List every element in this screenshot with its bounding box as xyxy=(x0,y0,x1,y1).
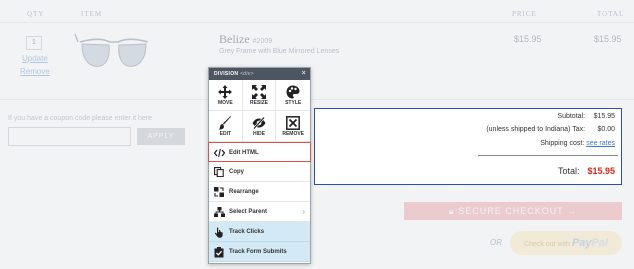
tool-grid: MOVE RESIZE STYLE EDIT HIDE REMOVE xyxy=(209,80,310,142)
coupon-input[interactable] xyxy=(8,127,131,146)
close-icon[interactable]: × xyxy=(302,68,306,80)
menu-item-edit-html[interactable]: Edit HTML xyxy=(208,142,311,162)
copy-icon xyxy=(214,167,224,177)
product-sku: #2009 xyxy=(252,38,273,45)
row-divider xyxy=(0,99,634,100)
quantity-input[interactable]: 1 xyxy=(26,36,42,50)
tool-remove[interactable]: REMOVE xyxy=(276,111,310,142)
menu-item-rearrange[interactable]: Rearrange xyxy=(209,182,310,202)
menu-item-copy[interactable]: Copy xyxy=(209,162,310,182)
click-icon xyxy=(214,227,223,238)
tax-value: $0.00 xyxy=(597,126,615,133)
shipping-row: Shipping cost: see rates xyxy=(540,140,615,147)
remove-link[interactable]: Remove xyxy=(20,67,50,76)
menu-title: DIVISION xyxy=(214,71,239,77)
product-description: Grey Frame with Blue Mirrored Lenses xyxy=(219,48,340,55)
total-value: $15.95 xyxy=(587,166,615,176)
totals-divider xyxy=(478,155,618,156)
menu-item-track-clicks[interactable]: Track Clicks xyxy=(209,222,310,242)
subtotal-value: $15.95 xyxy=(593,113,615,120)
or-label: OR xyxy=(490,238,502,247)
col-header-item: ITEM xyxy=(81,10,103,18)
palette-icon xyxy=(286,85,300,99)
hierarchy-icon xyxy=(214,207,225,217)
menu-item-track-form-submits[interactable]: Track Form Submits xyxy=(209,242,310,262)
secure-checkout-label: SECURE CHECKOUT → xyxy=(458,206,578,216)
tool-edit[interactable]: EDIT xyxy=(209,111,243,142)
col-header-total: TOTAL xyxy=(597,10,625,18)
product-name[interactable]: Belize #2009 xyxy=(219,32,272,47)
tool-move[interactable]: MOVE xyxy=(209,80,243,111)
eye-slash-icon xyxy=(252,116,266,130)
paypal-logo: PayPal xyxy=(571,237,608,249)
code-icon xyxy=(214,148,225,158)
resize-icon xyxy=(251,85,266,99)
form-check-icon xyxy=(214,247,224,258)
tool-style[interactable]: STYLE xyxy=(276,80,310,111)
see-rates-link[interactable]: see rates xyxy=(586,140,615,147)
header-divider xyxy=(0,22,634,23)
item-total: $15.95 xyxy=(594,34,622,44)
menu-item-select-parent[interactable]: Select Parent › xyxy=(209,202,310,222)
move-icon xyxy=(218,85,233,99)
tool-resize[interactable]: RESIZE xyxy=(242,80,277,111)
paypal-prefix: Check out with xyxy=(524,241,570,248)
division-context-menu: DIVISION <div> × MOVE RESIZE STYLE EDIT xyxy=(208,67,311,264)
remove-box-icon xyxy=(286,116,301,130)
apply-button[interactable]: APPLY xyxy=(137,128,185,145)
update-link[interactable]: Update xyxy=(22,54,48,63)
cart-page: QTY ITEM PRICE TOTAL 1 Update Remove Bel… xyxy=(0,0,634,269)
totals-box-highlighted[interactable]: Subtotal: $15.95 (unless shipped to Indi… xyxy=(314,108,622,185)
menu-header: DIVISION <div> × xyxy=(209,68,310,80)
coupon-label: If you have a coupon code please enter i… xyxy=(8,115,152,122)
paypal-checkout-button[interactable]: Check out with PayPal xyxy=(510,231,622,255)
col-header-price: PRICE xyxy=(512,10,537,18)
subtotal-row: Subtotal: $15.95 xyxy=(557,113,615,120)
chevron-right-icon: › xyxy=(302,207,305,216)
tool-hide[interactable]: HIDE xyxy=(242,111,277,142)
item-price: $15.95 xyxy=(514,34,542,44)
col-header-qty: QTY xyxy=(27,10,45,18)
secure-checkout-button[interactable]: 🔒︎ SECURE CHECKOUT → xyxy=(404,202,622,220)
rearrange-icon xyxy=(214,187,224,197)
sunglasses-image xyxy=(74,33,149,67)
total-row: Total: $15.95 xyxy=(557,166,615,176)
menu-subtitle: <div> xyxy=(240,71,254,77)
brush-icon xyxy=(218,116,232,130)
lock-icon: 🔒︎ xyxy=(448,206,455,216)
tax-row: (unless shipped to Indiana) Tax: $0.00 xyxy=(486,126,615,133)
